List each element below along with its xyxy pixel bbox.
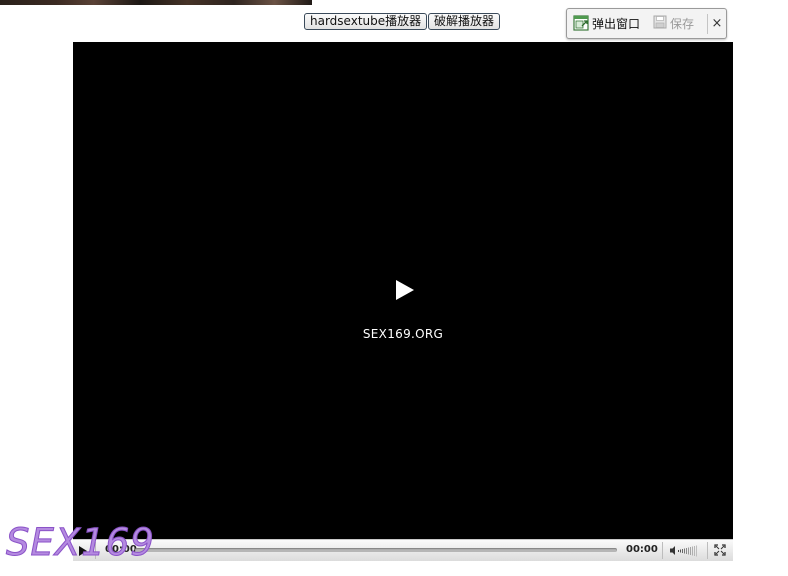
close-icon[interactable]: ×: [710, 14, 724, 34]
floppy-disk-icon: [653, 15, 667, 29]
video-player-area[interactable]: SEX169.ORG: [73, 42, 733, 539]
site-logo: SEX169: [6, 521, 155, 564]
hardsextube-player-button[interactable]: hardsextube播放器: [304, 13, 428, 30]
crack-player-button[interactable]: 破解播放器: [428, 13, 501, 30]
save-button[interactable]: 保存: [653, 15, 694, 33]
play-icon[interactable]: [395, 279, 415, 301]
video-watermark: SEX169.ORG: [362, 327, 444, 341]
controls-divider: [707, 542, 708, 559]
thumbnail-strip: [0, 0, 312, 5]
save-label: 保存: [670, 17, 695, 31]
volume-icon[interactable]: [670, 544, 704, 557]
video-popup-toolbar: 弹出窗口 保存 ×: [566, 8, 727, 39]
popout-window-button[interactable]: 弹出窗口: [573, 15, 640, 33]
video-controls-bar: 00:00 00:00: [73, 539, 733, 561]
progress-bar[interactable]: [135, 548, 617, 552]
popout-window-icon: [573, 15, 589, 31]
toolbar-divider: [707, 14, 708, 34]
controls-divider: [662, 542, 663, 559]
fullscreen-icon[interactable]: [714, 544, 726, 556]
total-time: 00:00: [626, 544, 658, 555]
popout-window-label: 弹出窗口: [592, 17, 641, 31]
